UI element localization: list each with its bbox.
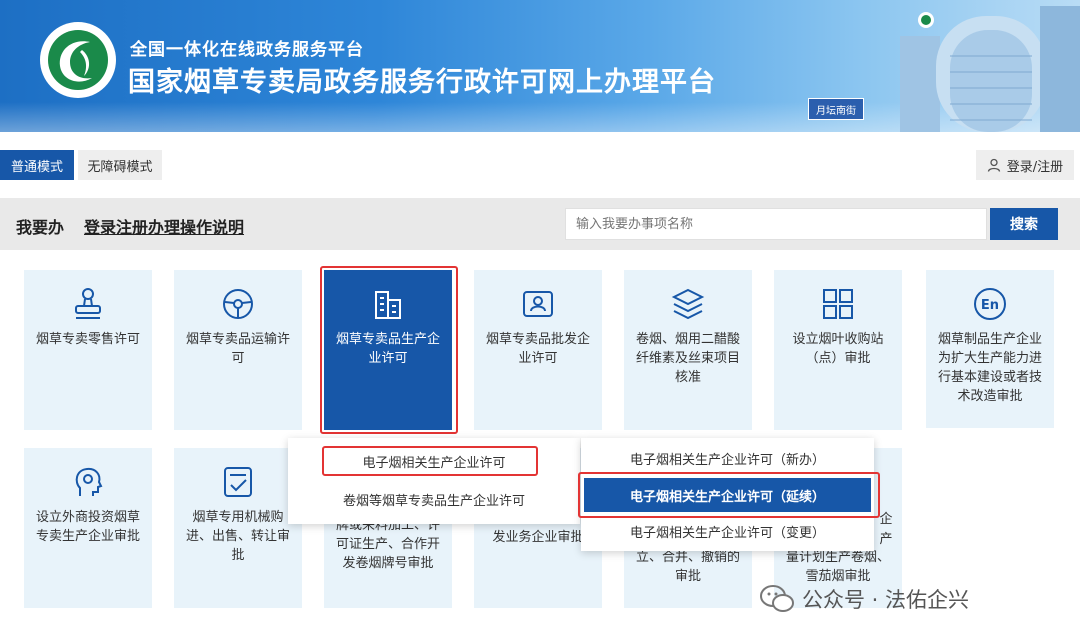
headquarters-building-icon — [900, 6, 1080, 132]
en-circle-icon: En — [974, 288, 1006, 320]
search-input[interactable] — [565, 208, 987, 240]
tile-label: 量计划生产卷烟、雪茄烟审批 — [785, 550, 890, 584]
user-icon — [987, 158, 1000, 172]
tile-wholesale-license[interactable]: 烟草专卖品批发企业许可 — [474, 270, 602, 430]
tile-label: 烟草专用机械购进、出售、转让审批 — [185, 510, 290, 563]
tile-transport-license[interactable]: 烟草专卖品运输许可 — [174, 270, 302, 430]
svg-text:En: En — [981, 298, 999, 313]
operation-guide-link[interactable]: 登录注册办理操作说明 — [84, 214, 244, 238]
tile-label: 烟草专卖零售许可 — [35, 332, 140, 347]
wechat-watermark: 公众号 · 法佑企兴 — [760, 582, 969, 616]
tile-label: 牌或来料加工、许可证生产、合作开发卷烟牌号审批 — [335, 518, 440, 571]
tile-machinery-approval[interactable]: 烟草专用机械购进、出售、转让审批 — [174, 448, 302, 608]
highlight-frame-submenu-item — [578, 472, 880, 518]
login-register-button[interactable]: 登录/注册 — [976, 150, 1074, 180]
header-banner: 全国一体化在线政务服务平台 国家烟草专卖局政务服务行政许可网上办理平台 月坛南街 — [0, 0, 1080, 132]
grid-blocks-icon — [823, 289, 853, 319]
platform-title: 国家烟草专卖局政务服务行政许可网上办理平台 — [128, 67, 716, 98]
tile-capacity-expansion[interactable]: En 烟草制品生产企业为扩大生产能力进行基本建设或者技术改造审批 — [926, 270, 1054, 428]
highlight-frame-tile — [320, 266, 458, 434]
platform-subtitle: 全国一体化在线政务服务平台 — [130, 40, 364, 60]
tile-label: 立、合并、撤销的审批 — [635, 550, 740, 584]
steering-wheel-icon — [223, 289, 253, 319]
tile-label: 发业务企业审批 — [492, 530, 584, 545]
search-button[interactable]: 搜索 — [990, 208, 1058, 240]
layers-icon — [671, 288, 705, 320]
head-profile-icon — [75, 467, 103, 496]
tile-fiber-approval[interactable]: 卷烟、烟用二醋酸纤维素及丝束项目核准 — [624, 270, 752, 430]
tile-label: 设立烟叶收购站（点）审批 — [792, 332, 884, 366]
id-card-icon — [523, 291, 553, 317]
tile-leaf-station[interactable]: 设立烟叶收购站（点）审批 — [774, 270, 902, 430]
submenu-item-new[interactable]: 电子烟相关生产企业许可（新办） — [581, 441, 874, 475]
street-sign: 月坛南街 — [808, 98, 864, 120]
accessible-mode-button[interactable]: 无障碍模式 — [78, 150, 162, 180]
tile-label: 烟草专卖品运输许可 — [185, 332, 290, 366]
login-register-label: 登录/注册 — [1006, 159, 1064, 175]
tile-label-prefix2: 产 — [879, 532, 893, 547]
checklist-icon — [224, 467, 252, 497]
menu-item-cigarette-license[interactable]: 卷烟等烟草专卖品生产企业许可 — [288, 484, 580, 514]
seal-stamp-icon — [75, 288, 101, 319]
tile-label: 烟草制品生产企业为扩大生产能力进行基本建设或者技术改造审批 — [937, 332, 1042, 404]
section-title: 我要办 — [16, 218, 65, 237]
tile-label: 卷烟、烟用二醋酸纤维素及丝束项目核准 — [635, 332, 740, 385]
watermark-text: 公众号 · 法佑企兴 — [802, 588, 970, 612]
tile-retail-license[interactable]: 烟草专卖零售许可 — [24, 270, 152, 430]
tile-label: 设立外商投资烟草专卖生产企业审批 — [35, 510, 140, 544]
normal-mode-button[interactable]: 普通模式 — [0, 150, 74, 180]
tobacco-logo-icon — [40, 22, 116, 98]
tile-label: 烟草专卖品批发企业许可 — [485, 332, 590, 366]
tile-foreign-investment[interactable]: 设立外商投资烟草专卖生产企业审批 — [24, 448, 152, 608]
wechat-icon — [760, 585, 794, 612]
highlight-frame-menu-item — [322, 446, 538, 476]
submenu-item-change[interactable]: 电子烟相关生产企业许可（变更） — [581, 514, 874, 548]
